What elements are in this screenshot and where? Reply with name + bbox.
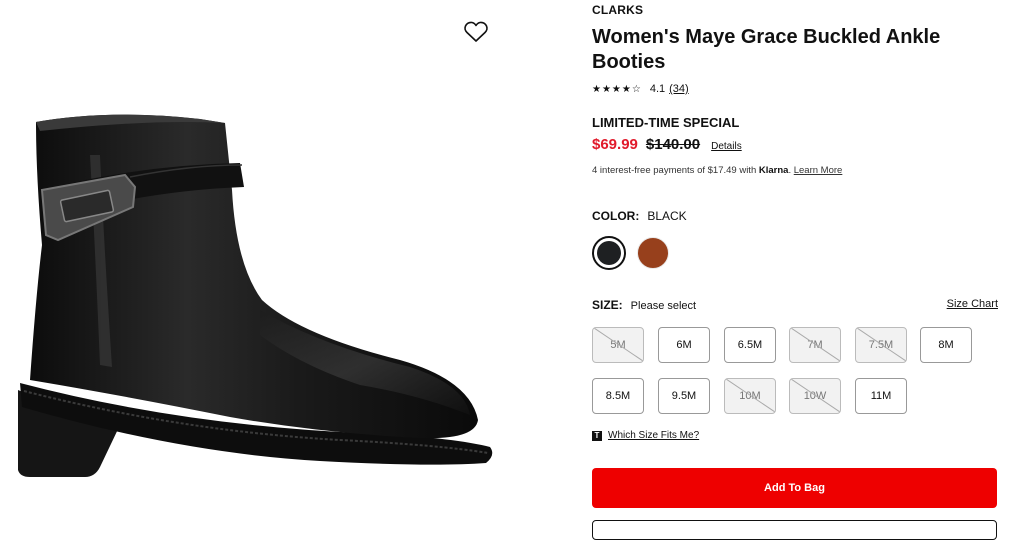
size-option-11m[interactable]: 11M [855, 378, 907, 414]
size-selection-header: SIZE: Please select Size Chart [592, 298, 998, 312]
size-option-6m[interactable]: 6M [658, 327, 710, 363]
klarna-prefix: 4 interest-free payments of $17.49 with [592, 165, 759, 176]
color-selection: COLOR: BLACK [592, 209, 687, 223]
wishlist-heart-icon[interactable] [463, 20, 489, 44]
brand-link[interactable]: CLARKS [592, 3, 643, 17]
klarna-brand: Klarna [758, 165, 789, 176]
promo-label: LIMITED-TIME SPECIAL [592, 115, 740, 130]
size-option-9-5m[interactable]: 9.5M [658, 378, 710, 414]
price-row: $69.99 $140.00 Details [592, 136, 742, 153]
color-label: COLOR: [592, 209, 640, 223]
size-option-6-5m[interactable]: 6.5M [724, 327, 776, 363]
klarna-learn-more-link[interactable]: Learn More [794, 165, 843, 176]
size-option-10w[interactable]: 10W [789, 378, 841, 414]
secondary-action-button[interactable] [592, 520, 997, 540]
size-option-7m[interactable]: 7M [789, 327, 841, 363]
original-price: $140.00 [645, 136, 701, 153]
price-details-link[interactable]: Details [711, 141, 742, 152]
color-swatch-black[interactable] [592, 236, 626, 270]
rating-summary[interactable]: ★★★★☆ 4.1 (34) [592, 83, 689, 95]
size-label: SIZE: [592, 298, 623, 312]
color-swatch-brown[interactable] [637, 237, 669, 269]
star-rating-icon: ★★★★☆ [592, 83, 642, 95]
review-count-link[interactable]: (34) [669, 83, 689, 95]
size-option-10m[interactable]: 10M [724, 378, 776, 414]
rating-value: 4.1 [649, 83, 666, 95]
true-fit-icon: T [592, 430, 602, 441]
size-fit-link[interactable]: T Which Size Fits Me? [592, 430, 699, 441]
klarna-message: 4 interest-free payments of $17.49 with … [592, 165, 842, 176]
size-value: Please select [630, 300, 697, 312]
size-option-5m[interactable]: 5M [592, 327, 644, 363]
which-size-fits-link[interactable]: Which Size Fits Me? [608, 430, 699, 441]
color-value: BLACK [647, 209, 687, 223]
add-to-bag-button[interactable]: Add To Bag [592, 468, 997, 508]
product-image[interactable] [0, 95, 520, 495]
size-option-8m[interactable]: 8M [920, 327, 972, 363]
size-option-8-5m[interactable]: 8.5M [592, 378, 644, 414]
size-option-7-5m[interactable]: 7.5M [855, 327, 907, 363]
size-chart-link[interactable]: Size Chart [947, 298, 998, 310]
product-image-area [0, 0, 560, 526]
sale-price: $69.99 [592, 136, 638, 153]
product-title: Women's Maye Grace Buckled Ankle Booties [592, 26, 941, 73]
